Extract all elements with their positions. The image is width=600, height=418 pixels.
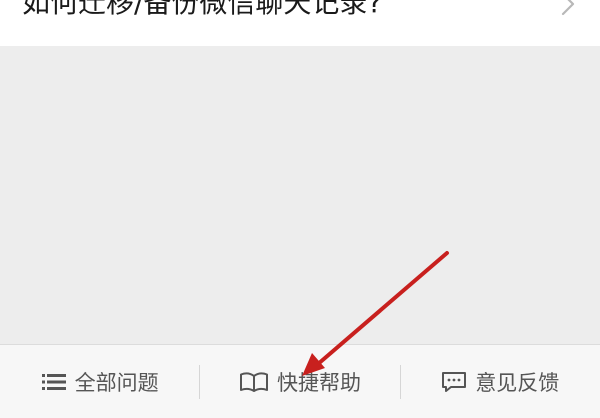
quick-help-button[interactable]: 快捷帮助 — [200, 345, 399, 418]
feedback-button[interactable]: 意见反馈 — [401, 345, 600, 418]
all-questions-label: 全部问题 — [74, 370, 159, 395]
content-area — [0, 46, 600, 344]
chat-icon — [442, 371, 467, 392]
help-page: 如何迁移/备份微信聊天记录? 全部问题 快捷帮助 意见反馈 — [0, 0, 600, 418]
bottom-toolbar: 全部问题 快捷帮助 意见反馈 — [0, 344, 600, 418]
quick-help-label: 快捷帮助 — [276, 370, 361, 395]
list-icon — [41, 373, 66, 390]
faq-item[interactable]: 如何迁移/备份微信聊天记录? — [0, 0, 600, 46]
feedback-label: 意见反馈 — [475, 370, 560, 395]
book-icon — [239, 372, 268, 392]
faq-question: 如何迁移/备份微信聊天记录? — [22, 0, 383, 19]
chevron-right-icon — [561, 0, 575, 16]
all-questions-button[interactable]: 全部问题 — [0, 345, 199, 418]
